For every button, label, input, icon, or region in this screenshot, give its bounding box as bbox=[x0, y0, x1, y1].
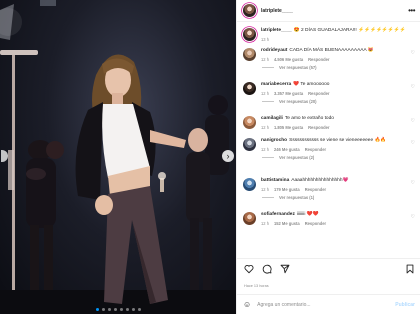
comment-avatar[interactable] bbox=[243, 138, 256, 151]
comment-time: 12 h bbox=[261, 91, 269, 96]
post-header: latriplete____ ••• bbox=[237, 0, 420, 22]
post-actions-bar bbox=[237, 258, 420, 278]
carousel-dot bbox=[101, 308, 105, 311]
post-timestamp: Hace 13 horas bbox=[244, 284, 269, 288]
comment-reply-button[interactable]: Responder bbox=[308, 125, 329, 130]
post-side-panel: latriplete____ ••• latriplete____ 😍 2 DÍA… bbox=[236, 0, 420, 314]
comment-text: Te amo te extraño todo bbox=[284, 116, 334, 121]
comment-item: camilagili Te amo te extraño todo 12 h 1.… bbox=[237, 116, 420, 138]
post-media[interactable]: › bbox=[0, 0, 236, 314]
comment-reply-button[interactable]: Responder bbox=[305, 147, 326, 152]
carousel-dot bbox=[137, 308, 141, 311]
carousel-indicator bbox=[0, 308, 236, 311]
comment-username[interactable]: nanigrocho bbox=[261, 138, 287, 143]
comment-like-icon[interactable]: ♡ bbox=[411, 180, 415, 186]
view-replies-button[interactable]: Ver respuestas (1) bbox=[262, 195, 420, 200]
comment-item: battistamina Aaaahhhhhhhhhhhhhhh💗 12 h 17… bbox=[237, 178, 420, 212]
bookmark-icon[interactable] bbox=[404, 263, 415, 274]
comment-avatar[interactable] bbox=[243, 212, 256, 225]
comment-likes[interactable]: 152 Me gusta bbox=[274, 221, 300, 226]
comment-text: Ssssssssssss se viene se vieneeeeeee 🔥🔥 bbox=[289, 138, 387, 143]
author-avatar[interactable] bbox=[243, 4, 256, 17]
comment-time: 12 h bbox=[261, 147, 269, 152]
carousel-dot bbox=[113, 308, 117, 311]
comment-time: 12 h bbox=[261, 187, 269, 192]
share-icon[interactable] bbox=[279, 263, 290, 274]
carousel-next-button[interactable]: › bbox=[222, 150, 234, 162]
comment-username[interactable]: sofiafernandez bbox=[261, 212, 295, 217]
carousel-dot bbox=[107, 308, 111, 311]
comment-avatar[interactable] bbox=[243, 116, 256, 129]
comment-avatar[interactable] bbox=[243, 82, 256, 95]
heart-icon[interactable] bbox=[243, 263, 254, 274]
comment-time: 12 h bbox=[261, 57, 269, 62]
caption-time: 13 h bbox=[261, 37, 269, 42]
comment-likes[interactable]: 4.506 Me gusta bbox=[274, 57, 303, 62]
comment-reply-button[interactable]: Responder bbox=[305, 221, 326, 226]
carousel-dot bbox=[125, 308, 129, 311]
post-caption: latriplete____ 😍 2 DÍAS GUADALAJARA!!! ⚡️… bbox=[237, 22, 420, 48]
more-horizontal-icon[interactable]: ••• bbox=[408, 6, 415, 15]
comment-likes[interactable]: 246 Me gusta bbox=[274, 147, 300, 152]
comment-icon[interactable] bbox=[261, 263, 272, 274]
caption-text: 😍 2 DÍAS GUADALAJARA!!! ⚡️⚡️⚡️⚡️⚡️⚡️⚡️⚡️ bbox=[293, 28, 406, 33]
comment-input[interactable] bbox=[257, 301, 396, 308]
comment-avatar[interactable] bbox=[243, 48, 256, 61]
comment-time: 12 h bbox=[261, 221, 269, 226]
comment-username[interactable]: battistamina bbox=[261, 178, 289, 183]
comment-text: Aaaahhhhhhhhhhhhhhh💗 bbox=[291, 178, 349, 183]
comment-like-icon[interactable]: ♡ bbox=[411, 214, 415, 220]
comment-item: rodrideyaut CADA DÍA MÁS BUENAAAAAAAAA 😻 … bbox=[237, 48, 420, 82]
comments-list[interactable]: latriplete____ 😍 2 DÍAS GUADALAJARA!!! ⚡️… bbox=[237, 22, 420, 258]
caption-username[interactable]: latriplete____ bbox=[261, 28, 292, 33]
comment-username[interactable]: camilagili bbox=[261, 116, 283, 121]
comment-like-icon[interactable]: ♡ bbox=[411, 84, 415, 90]
caption-avatar[interactable] bbox=[243, 28, 256, 41]
comment-text: ❤️ Te amoooooo bbox=[293, 82, 330, 87]
post-dialog: › latriplete____ ••• latriplete____😍 2 bbox=[0, 0, 420, 314]
carousel-dot bbox=[119, 308, 123, 311]
view-replies-button[interactable]: Ver respuestas (20) bbox=[262, 99, 420, 104]
author-username[interactable]: latriplete____ bbox=[261, 8, 293, 14]
publish-button[interactable]: Publicar bbox=[395, 302, 415, 308]
comment-item: mariabecerra ❤️ Te amoooooo 12 h 3.357 Me… bbox=[237, 82, 420, 116]
comment-username[interactable]: mariabecerra bbox=[261, 82, 291, 87]
view-replies-button[interactable]: Ver respuestas (57) bbox=[262, 65, 420, 70]
view-replies-button[interactable]: Ver respuestas (2) bbox=[262, 155, 420, 160]
carousel-dot bbox=[131, 308, 135, 311]
comment-like-icon[interactable]: ♡ bbox=[411, 118, 415, 124]
comment-reply-button[interactable]: Responder bbox=[308, 91, 329, 96]
comment-text: CADA DÍA MÁS BUENAAAAAAAAA 😻 bbox=[289, 48, 374, 53]
comment-reply-button[interactable]: Responder bbox=[308, 57, 329, 62]
comment-avatar[interactable] bbox=[243, 178, 256, 191]
comment-like-icon[interactable]: ♡ bbox=[411, 50, 415, 56]
comment-reply-button[interactable]: Responder bbox=[305, 187, 326, 192]
comment-likes[interactable]: 1.805 Me gusta bbox=[274, 125, 303, 130]
comment-likes[interactable]: 3.357 Me gusta bbox=[274, 91, 303, 96]
comment-item: sofiafernandez iiiiiiii ❤️❤️ 12 h 152 Me … bbox=[237, 212, 420, 234]
comment-likes[interactable]: 179 Me gusta bbox=[274, 187, 300, 192]
smiley-icon[interactable]: ☺ bbox=[243, 300, 251, 309]
concert-photo bbox=[0, 0, 236, 314]
add-comment-bar: ☺ Publicar bbox=[237, 294, 420, 314]
comment-username[interactable]: rodrideyaut bbox=[261, 48, 287, 53]
comment-like-icon[interactable]: ♡ bbox=[411, 140, 415, 146]
comment-time: 12 h bbox=[261, 125, 269, 130]
comment-text: iiiiiiii ❤️❤️ bbox=[296, 212, 319, 217]
carousel-dot bbox=[95, 308, 99, 311]
comment-item: nanigrocho Ssssssssssss se viene se viene… bbox=[237, 138, 420, 178]
